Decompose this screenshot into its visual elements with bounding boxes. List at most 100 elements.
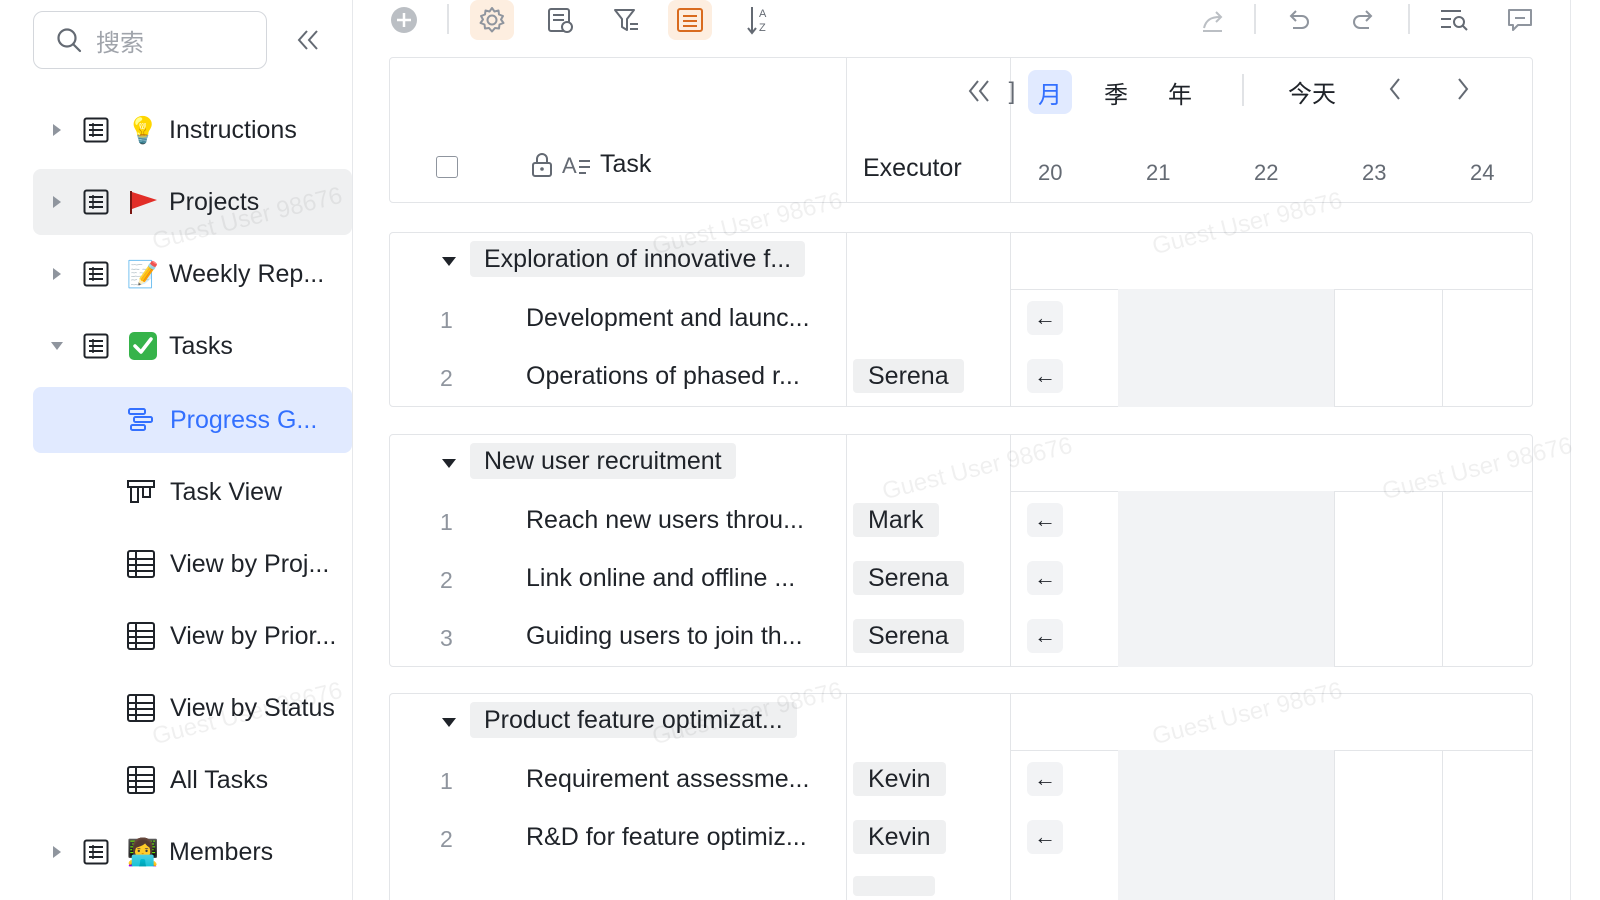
collapse-arrow-icon[interactable]: [50, 339, 64, 353]
comment-button[interactable]: [1502, 0, 1538, 40]
executor-tag-partial: [853, 876, 935, 896]
expand-arrow-icon[interactable]: [50, 123, 64, 137]
search-records-button[interactable]: [1436, 0, 1472, 40]
scroll-to-task-icon[interactable]: ←: [1027, 301, 1063, 335]
executor-tag[interactable]: Mark: [853, 503, 939, 537]
timeline-unit-year[interactable]: 年: [1158, 70, 1202, 114]
sort-button[interactable]: AZ: [740, 0, 780, 40]
task-name[interactable]: Operations of phased r...: [526, 362, 800, 391]
collapse-group-icon[interactable]: [442, 257, 456, 266]
timeline-controls: ] 月 季 年 今天: [968, 70, 1534, 114]
share-button[interactable]: [1196, 0, 1232, 40]
grid-view-icon: [126, 549, 156, 579]
toolbar-divider: [447, 4, 449, 34]
toolbar-divider: [1408, 4, 1410, 34]
table-row[interactable]: 2 Link online and offline ... Serena ←: [390, 551, 1532, 609]
sidebar: 搜索 💡 Instructions Projects 📝 Weekly Rep.…: [0, 0, 353, 900]
executor-tag[interactable]: Serena: [853, 619, 964, 653]
task-name[interactable]: Reach new users throu...: [526, 506, 804, 535]
timeline-day: 23: [1362, 160, 1387, 185]
flag-icon: [127, 186, 159, 218]
next-period-icon[interactable]: [1456, 70, 1470, 109]
redo-icon: [1353, 10, 1373, 29]
sidebar-view-by-priority[interactable]: View by Prior...: [33, 603, 352, 669]
sidebar-view-by-status[interactable]: View by Status: [33, 675, 352, 741]
search-input[interactable]: 搜索: [33, 11, 267, 69]
sidebar-item-label: Weekly Rep...: [169, 259, 325, 288]
executor-column-header[interactable]: Executor: [863, 154, 962, 183]
task-name[interactable]: Link online and offline ...: [526, 564, 795, 593]
sidebar-view-label: View by Status: [170, 693, 335, 722]
scroll-to-task-icon[interactable]: ←: [1027, 820, 1063, 854]
svg-text:A: A: [562, 153, 577, 178]
lightbulb-icon: 💡: [126, 114, 160, 145]
table-row[interactable]: 2 Operations of phased r... Serena ←: [390, 349, 1532, 407]
add-record-button[interactable]: [388, 0, 420, 40]
group-button[interactable]: [668, 0, 712, 40]
row-number: 2: [440, 365, 453, 391]
select-all-checkbox[interactable]: [436, 156, 458, 178]
task-name[interactable]: Development and launc...: [526, 304, 810, 333]
group-icon: [677, 8, 703, 32]
plus-circle-icon: [391, 7, 417, 33]
group-header[interactable]: Exploration of innovative f...: [390, 233, 1532, 289]
timeline-day: 20: [1038, 160, 1063, 185]
executor-tag[interactable]: Kevin: [853, 820, 946, 854]
sidebar-view-by-project[interactable]: View by Proj...: [33, 531, 352, 597]
check-mark-icon: [127, 330, 159, 362]
sidebar-view-all-tasks[interactable]: All Tasks: [33, 747, 352, 813]
sidebar-item-weekly-report[interactable]: 📝 Weekly Rep...: [33, 241, 352, 307]
collapse-group-icon[interactable]: [442, 459, 456, 468]
sidebar-item-members[interactable]: 👩‍💻 Members: [33, 819, 352, 885]
group-header[interactable]: Product feature optimizat...: [390, 694, 1532, 750]
task-name[interactable]: R&D for feature optimiz...: [526, 823, 807, 852]
scroll-to-task-icon[interactable]: ←: [1027, 561, 1063, 595]
collapse-sidebar-icon[interactable]: [292, 24, 324, 56]
group-title: Product feature optimizat...: [470, 702, 797, 738]
executor-tag[interactable]: Kevin: [853, 762, 946, 796]
settings-button[interactable]: [470, 0, 514, 40]
collapse-table-icon[interactable]: [966, 70, 992, 113]
scroll-to-task-icon[interactable]: ←: [1027, 762, 1063, 796]
collapse-group-icon[interactable]: [442, 718, 456, 727]
expand-arrow-icon[interactable]: [50, 267, 64, 281]
sidebar-item-instructions[interactable]: 💡 Instructions: [33, 97, 352, 163]
share-icon: [1203, 11, 1223, 32]
scroll-to-task-icon[interactable]: ←: [1027, 619, 1063, 653]
sidebar-view-progress-gantt[interactable]: Progress G...: [33, 387, 352, 453]
table-row[interactable]: 3 Guiding users to join th... Serena ←: [390, 609, 1532, 667]
today-button[interactable]: 今天: [1288, 74, 1336, 109]
timeline-unit-quarter[interactable]: 季: [1094, 70, 1138, 114]
task-name[interactable]: Requirement assessme...: [526, 765, 809, 794]
task-name[interactable]: Guiding users to join th...: [526, 622, 803, 651]
executor-tag[interactable]: Serena: [853, 561, 964, 595]
form-button[interactable]: [540, 0, 580, 40]
timeline-unit-month[interactable]: 月: [1028, 70, 1072, 114]
table-icon: [83, 261, 109, 287]
timeline-unit-partial[interactable]: ]: [1006, 70, 1018, 114]
group-header[interactable]: New user recruitment: [390, 435, 1532, 491]
row-number: 1: [440, 307, 453, 333]
table-row[interactable]: 1 Development and launc... ←: [390, 291, 1532, 349]
table-row[interactable]: 1 Reach new users throu... Mark ←: [390, 493, 1532, 551]
table-row[interactable]: 1 Requirement assessme... Kevin ←: [390, 752, 1532, 810]
redo-button[interactable]: [1346, 0, 1382, 40]
executor-tag[interactable]: Serena: [853, 359, 964, 393]
form-icon: [548, 8, 573, 33]
table-row[interactable]: 2 R&D for feature optimiz... Kevin ←: [390, 810, 1532, 868]
undo-button[interactable]: [1280, 0, 1316, 40]
scroll-to-task-icon[interactable]: ←: [1027, 503, 1063, 537]
undo-icon: [1289, 10, 1309, 29]
group-card: Product feature optimizat... 1 Requireme…: [389, 693, 1533, 900]
sidebar-item-tasks[interactable]: Tasks: [33, 313, 352, 379]
sidebar-item-projects[interactable]: Projects: [33, 169, 352, 235]
filter-button[interactable]: [606, 0, 646, 40]
text-field-icon: A: [562, 153, 590, 178]
scroll-to-task-icon[interactable]: ←: [1027, 359, 1063, 393]
expand-arrow-icon[interactable]: [50, 195, 64, 209]
expand-arrow-icon[interactable]: [50, 845, 64, 859]
prev-period-icon[interactable]: [1388, 70, 1402, 109]
task-column-header[interactable]: A Task: [530, 150, 651, 179]
sidebar-view-task-view[interactable]: Task View: [33, 459, 352, 525]
grid-view-icon: [126, 621, 156, 651]
